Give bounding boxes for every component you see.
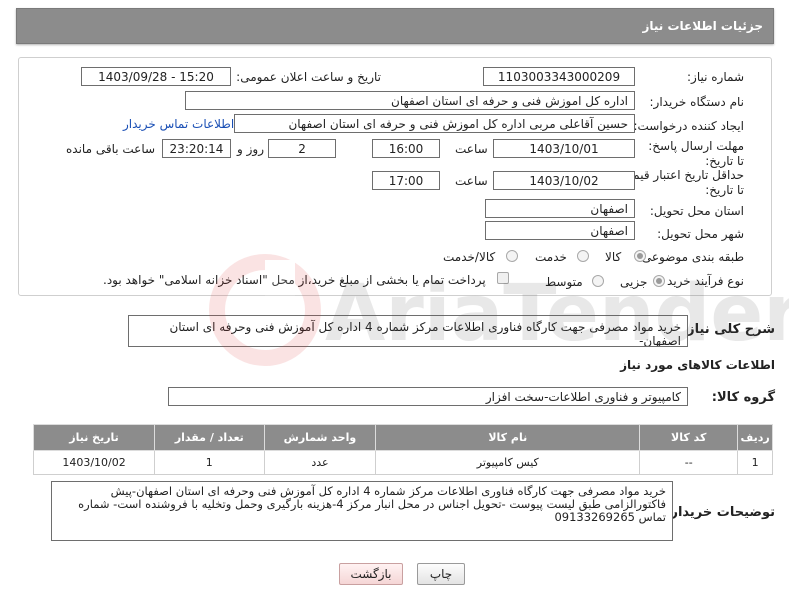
col-date: تاریخ نیاز — [32, 424, 156, 451]
col-name: نام کالا — [375, 424, 641, 451]
province-field: اصفهان — [485, 199, 635, 218]
buyer-org-field: اداره کل اموزش فنی و حرفه ای استان اصفها… — [185, 91, 635, 110]
col-unit: واحد شمارش — [263, 424, 377, 451]
goods-table: ردیف کد کالا نام کالا واحد شمارش تعداد /… — [32, 424, 773, 475]
cell-unit: عدد — [263, 450, 377, 475]
buyer-contact-link[interactable]: اطلاعات تماس خریدار — [123, 117, 234, 131]
validity-time-field: 17:00 — [372, 171, 440, 190]
purchase-minor-radio[interactable] — [653, 275, 665, 287]
creator-label: ایجاد کننده درخواست: — [633, 119, 744, 133]
category-service-radio[interactable] — [577, 250, 589, 262]
deadline-time-label: ساعت — [455, 142, 488, 156]
cell-index: 1 — [737, 450, 773, 475]
purchase-minor-label: جزیی — [620, 275, 648, 289]
deadline-label: مهلت ارسال پاسخ: تا تاریخ: — [648, 139, 744, 168]
page-title: جزئیات اطلاعات نیاز — [642, 19, 763, 33]
category-goods-radio[interactable] — [634, 250, 646, 262]
summary-field: خرید مواد مصرفی جهت کارگاه فناوری اطلاعا… — [128, 315, 688, 347]
announce-label: تاریخ و ساعت اعلان عمومی: — [236, 70, 381, 84]
deadline-date-field: 1403/10/01 — [493, 139, 635, 158]
cell-date: 1403/10/02 — [32, 450, 156, 475]
validity-time-label: ساعت — [455, 174, 488, 188]
buyer-notes-label: توضیحات خریدار: — [665, 505, 775, 520]
need-number-field: 1103003343000209 — [483, 67, 635, 86]
category-label: طبقه بندی موضوعی: — [637, 250, 744, 264]
col-index: ردیف — [737, 424, 773, 451]
back-button[interactable]: بازگشت — [339, 563, 403, 585]
category-both-radio[interactable] — [506, 250, 518, 262]
category-goods-label: کالا — [605, 250, 622, 264]
col-code: کد کالا — [639, 424, 739, 451]
buyer-org-label: نام دستگاه خریدار: — [649, 95, 745, 109]
remaining-time-field: 23:20:14 — [162, 139, 231, 158]
category-both-label: کالا/خدمت — [443, 250, 496, 264]
remaining-time-label: ساعت باقی مانده — [66, 142, 156, 156]
table-row: 1 -- کیس کامپیوتر عدد 1 1403/10/02 — [32, 450, 773, 475]
category-service-label: خدمت — [535, 250, 567, 264]
goods-section-title: اطلاعات کالاهای مورد نیاز — [620, 358, 775, 372]
deadline-time-field: 16:00 — [372, 139, 440, 158]
city-field: اصفهان — [485, 221, 635, 240]
purchase-type-label: نوع فرآیند خرید : — [659, 274, 744, 288]
announce-field: 1403/09/28 - 15:20 — [81, 67, 231, 86]
need-number-label: شماره نیاز: — [687, 70, 744, 84]
goods-group-field: کامپیوتر و فناوری اطلاعات-سخت افزار — [168, 387, 688, 406]
cell-qty: 1 — [154, 450, 265, 475]
purchase-medium-radio[interactable] — [592, 275, 604, 287]
days-remaining-field: 2 — [268, 139, 336, 158]
cell-code: -- — [639, 450, 739, 475]
buyer-notes-field: خرید مواد مصرفی جهت کارگاه فناوری اطلاعا… — [51, 481, 673, 541]
days-label: روز و — [237, 142, 264, 156]
purchase-medium-label: متوسط — [545, 275, 583, 289]
cell-name: کیس کامپیوتر — [375, 450, 641, 475]
goods-group-label: گروه کالا: — [711, 390, 775, 405]
summary-label: شرح کلی نیاز: — [681, 322, 775, 337]
goods-table-header: ردیف کد کالا نام کالا واحد شمارش تعداد /… — [32, 424, 773, 451]
validity-date-field: 1403/10/02 — [493, 171, 635, 190]
province-label: استان محل تحویل: — [649, 204, 744, 218]
creator-field: حسین آقاعلی مربی اداره کل اموزش فنی و حر… — [234, 114, 635, 133]
col-qty: تعداد / مقدار — [154, 424, 265, 451]
treasury-payment-checkbox[interactable] — [497, 272, 509, 284]
page-header: جزئیات اطلاعات نیاز — [16, 8, 774, 44]
city-label: شهر محل تحویل: — [657, 227, 744, 241]
print-button[interactable]: چاپ — [417, 563, 465, 585]
treasury-payment-note: پرداخت تمام یا بخشی از مبلغ خرید،از محل … — [103, 273, 486, 287]
